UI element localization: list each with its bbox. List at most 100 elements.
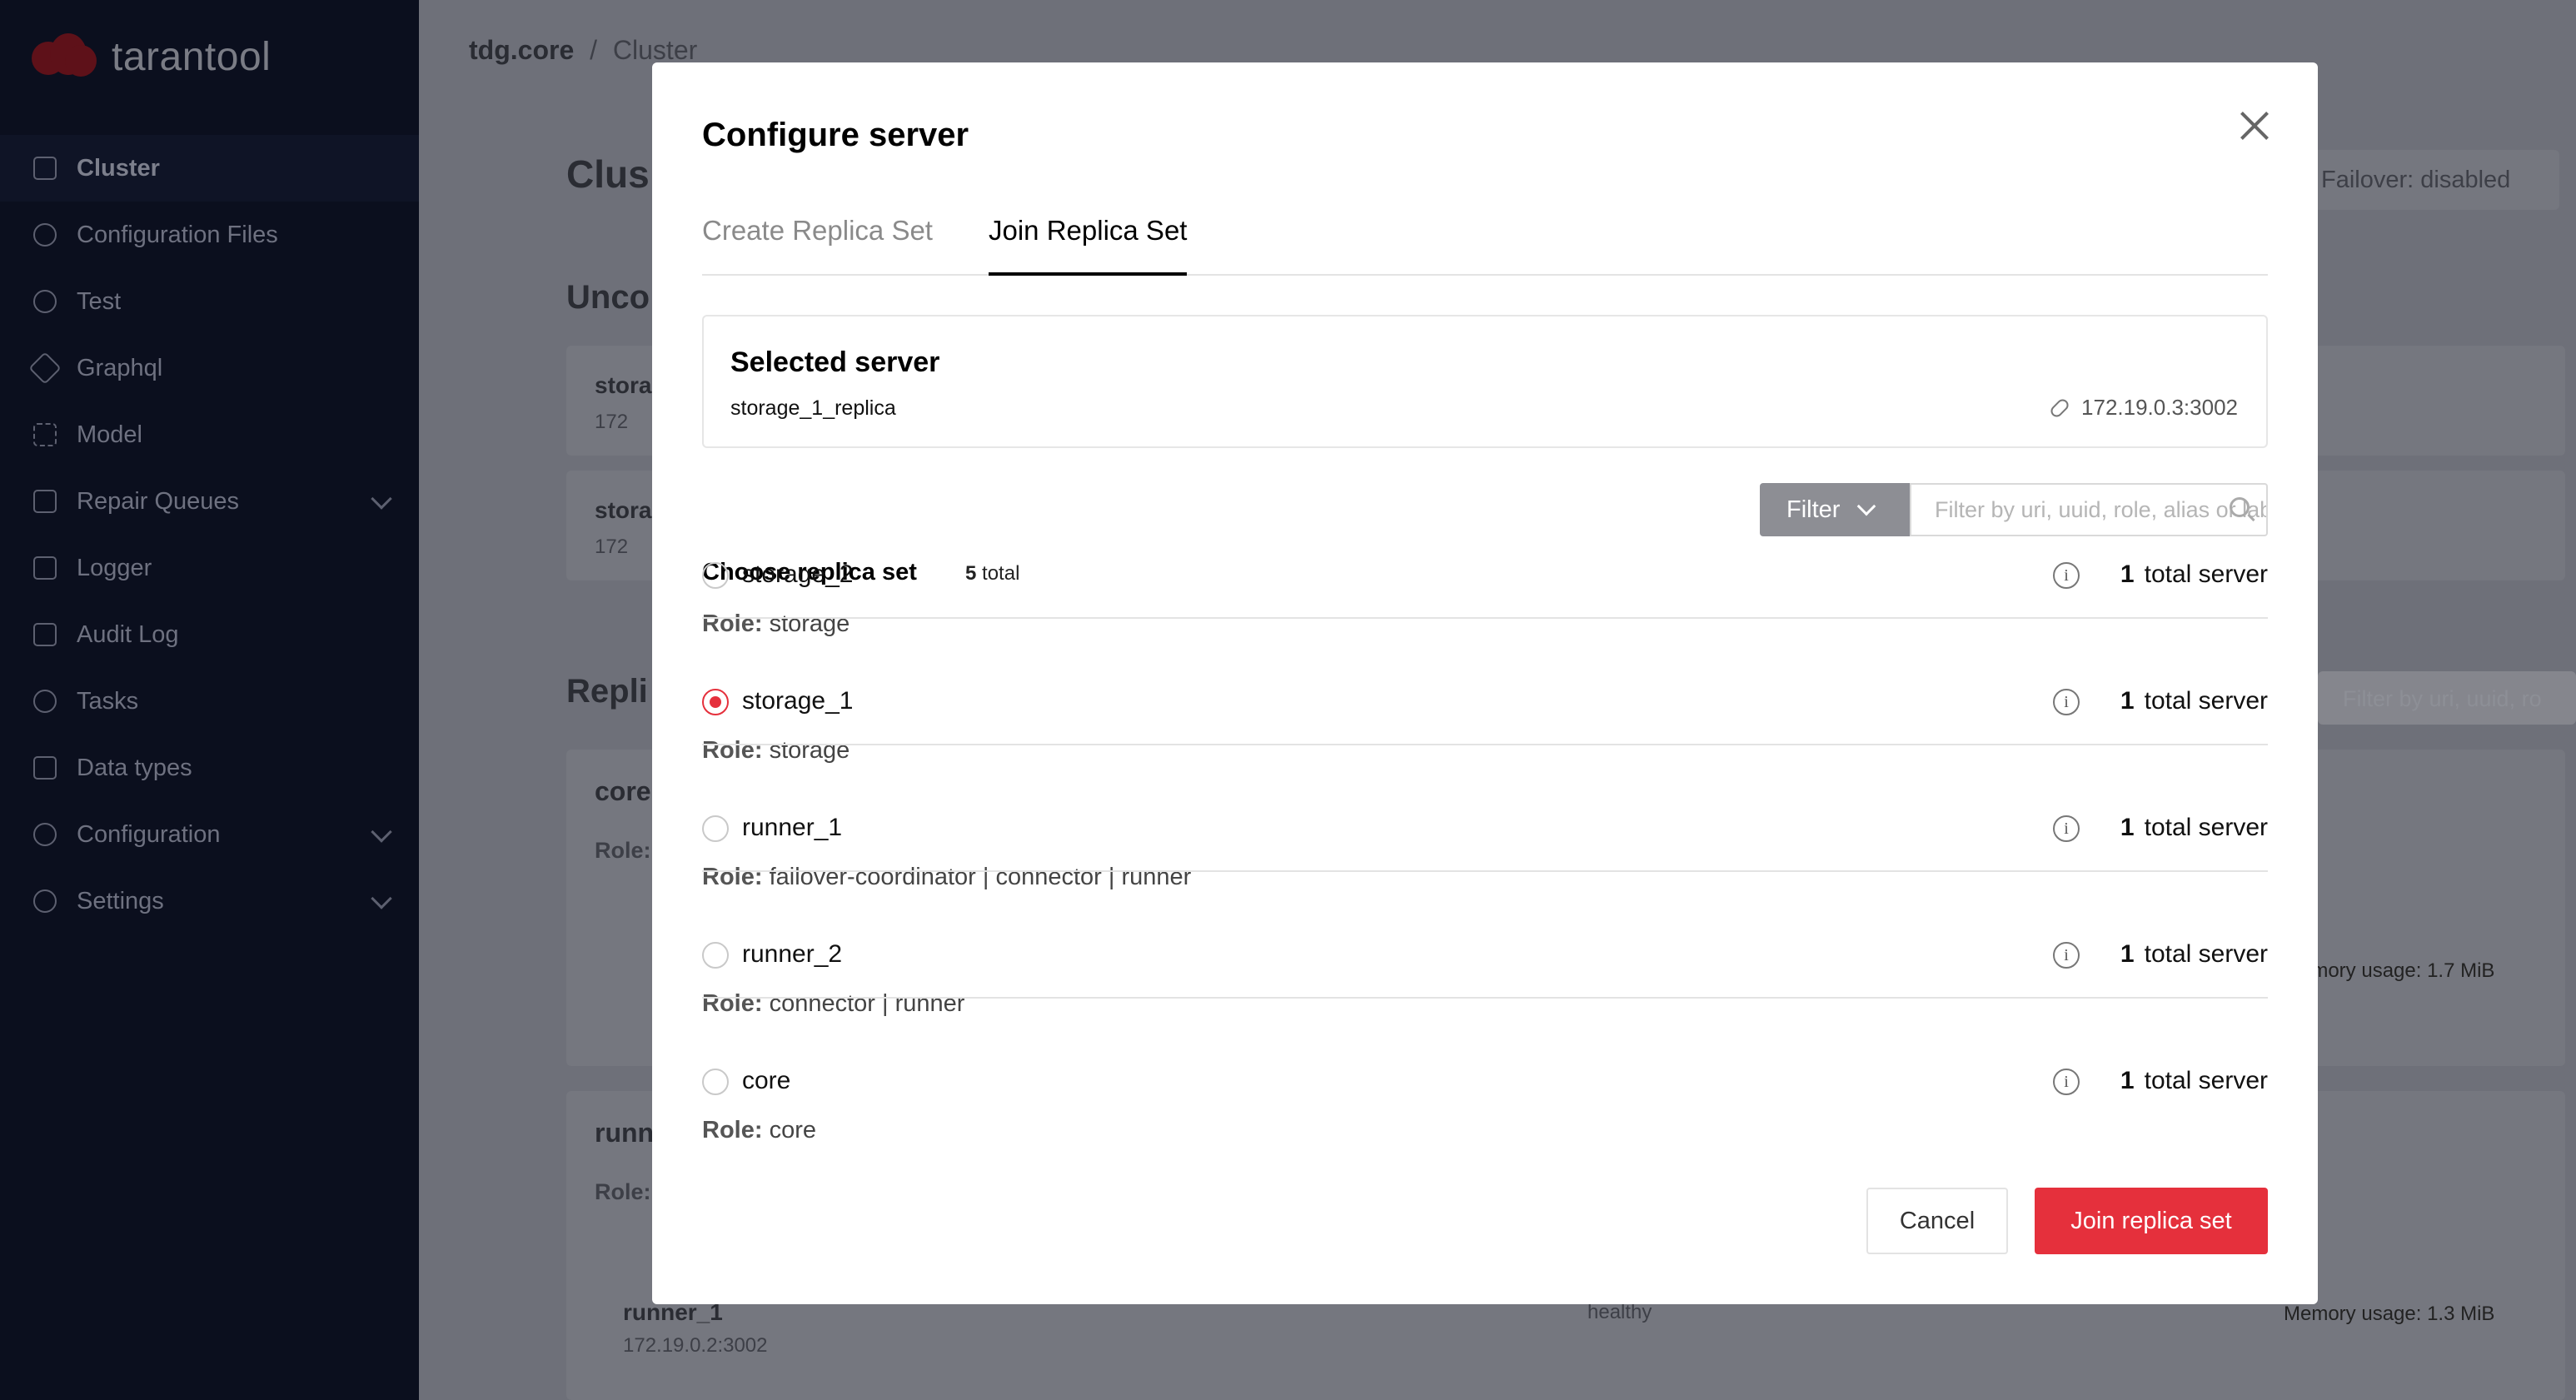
tarantool-logo-icon [32,33,97,80]
divider [702,997,2268,999]
server-uri: 172 [595,536,629,558]
divider [702,744,2268,745]
sidebar-item-label: Data types [77,754,192,781]
replica-set-server-count: 1 total server [2120,1067,2268,1095]
server-count-value: 1 [2120,687,2135,715]
replica-set-server-count: 1 total server [2120,560,2268,589]
server-count-label: total server [2144,687,2268,715]
selected-server-alias: storage_1_replica [730,396,896,420]
close-icon[interactable] [2235,106,2275,146]
replica-set-radio[interactable] [702,815,729,842]
cluster-icon [33,157,57,180]
replicaset-name: core [595,776,651,806]
chevron-down-icon [371,488,392,510]
breadcrumb-app[interactable]: tdg.core [469,35,574,65]
selected-server-panel: Selected server storage_1_replica 172.19… [702,315,2268,448]
replica-set-name: storage_1 [742,687,854,715]
sidebar-item-label: Settings [77,887,164,914]
failover-button[interactable]: Failover: disabled [2301,150,2559,210]
sidebar-item-cluster[interactable]: Cluster [0,135,419,202]
share-icon [33,823,57,846]
background-filter-placeholder: Filter by uri, uuid, ro [2343,686,2542,711]
clock-icon [33,690,57,713]
wrench-icon [33,490,57,513]
graphql-icon [28,351,62,385]
modal-tabs: Create Replica Set Join Replica Set [702,204,2268,276]
sidebar-item-label: Configuration [77,820,221,848]
sidebar-nav: Cluster Configuration Files Test Graphql… [0,135,419,934]
replica-set-option[interactable]: runner_1 i 1 total server Role: failover-coo… [702,747,2268,890]
server-count-value: 1 [2120,940,2135,968]
braces-icon [33,423,57,446]
tarantool-logo[interactable]: tarantool [32,33,271,80]
server-count-value: 1 [2120,560,2135,588]
join-replica-set-button[interactable]: Join replica set [2035,1188,2268,1254]
sidebar-item-test[interactable]: Test [0,268,419,335]
replica-set-roles: Role: core [702,1117,816,1144]
replica-set-option[interactable]: runner_2 i 1 total server Role: connector | … [702,874,2268,1017]
replicaset-role: Role: [595,838,651,863]
info-icon[interactable]: i [2053,942,2080,969]
breadcrumb-page: Cluster [612,35,698,65]
replica-set-option[interactable]: core i 1 total server Role: core [702,1000,2268,1143]
replica-set-name: storage_2 [742,560,854,588]
sidebar-item-repair-queues[interactable]: Repair Queues [0,468,419,535]
gear-icon [33,223,57,247]
server-count-label: total server [2144,1067,2268,1094]
divider [702,870,2268,872]
role-values: core [769,1117,816,1143]
info-icon[interactable]: i [2053,815,2080,842]
test-icon [33,290,57,313]
sidebar-item-label: Tasks [77,687,139,715]
background-filter-input[interactable]: Filter by uri, uuid, ro [2318,671,2576,725]
sidebar-item-label: Audit Log [77,620,179,648]
page-title: Clus [566,152,650,196]
modal-title: Configure server [702,117,969,153]
tab-join-replica-set[interactable]: Join Replica Set [989,204,1188,276]
info-icon[interactable]: i [2053,1069,2080,1095]
replica-set-radio[interactable] [702,1069,729,1095]
server-alias: stora [595,497,652,523]
log-icon [33,556,57,580]
chevron-down-icon [371,821,392,843]
server-status: healthy [1587,1301,1652,1323]
sidebar-item-settings[interactable]: Settings [0,868,419,934]
replica-set-radio[interactable] [702,942,729,969]
sidebar: tarantool Cluster Configuration Files Te… [0,0,419,1400]
replicasets-heading: Repli [566,673,648,710]
replica-set-option[interactable]: storage_1 i 1 total server Role: storage [702,620,2268,764]
sidebar-item-label: Cluster [77,154,160,182]
replica-set-server-count: 1 total server [2120,814,2268,842]
sidebar-item-logger[interactable]: Logger [0,535,419,601]
server-uri: 172 [595,411,629,433]
memory-usage: Memory usage: 1.3 MiB [2284,1303,2495,1325]
server-count-value: 1 [2120,814,2135,841]
cancel-button[interactable]: Cancel [1866,1188,2008,1254]
sidebar-item-data-types[interactable]: Data types [0,735,419,801]
sidebar-item-label: Configuration Files [77,221,278,248]
sidebar-item-label: Logger [77,554,152,581]
sidebar-item-graphql[interactable]: Graphql [0,335,419,401]
divider [702,617,2268,619]
breadcrumb: tdg.core / Cluster [469,35,697,66]
replicaset-name: runn [595,1118,655,1148]
sidebar-item-label: Graphql [77,354,163,381]
replicaset-role: Role: [595,1179,651,1204]
info-icon[interactable]: i [2053,689,2080,715]
replica-set-option[interactable]: storage_2 i 1 total server Role: storage [702,494,2268,637]
replica-set-name: runner_2 [742,940,843,968]
info-icon[interactable]: i [2053,562,2080,589]
sidebar-item-model[interactable]: Model [0,401,419,468]
replica-set-radio[interactable] [702,562,729,589]
server-count-label: total server [2144,940,2268,968]
sidebar-item-configuration[interactable]: Configuration [0,801,419,868]
server-alias: stora [595,372,652,398]
server-count-value: 1 [2120,1067,2135,1094]
tab-create-replica-set[interactable]: Create Replica Set [702,204,933,276]
sidebar-item-audit-log[interactable]: Audit Log [0,601,419,668]
sidebar-item-configuration-files[interactable]: Configuration Files [0,202,419,268]
datatypes-icon [33,756,57,780]
audit-icon [33,623,57,646]
replica-set-radio[interactable] [702,689,729,715]
sidebar-item-tasks[interactable]: Tasks [0,668,419,735]
